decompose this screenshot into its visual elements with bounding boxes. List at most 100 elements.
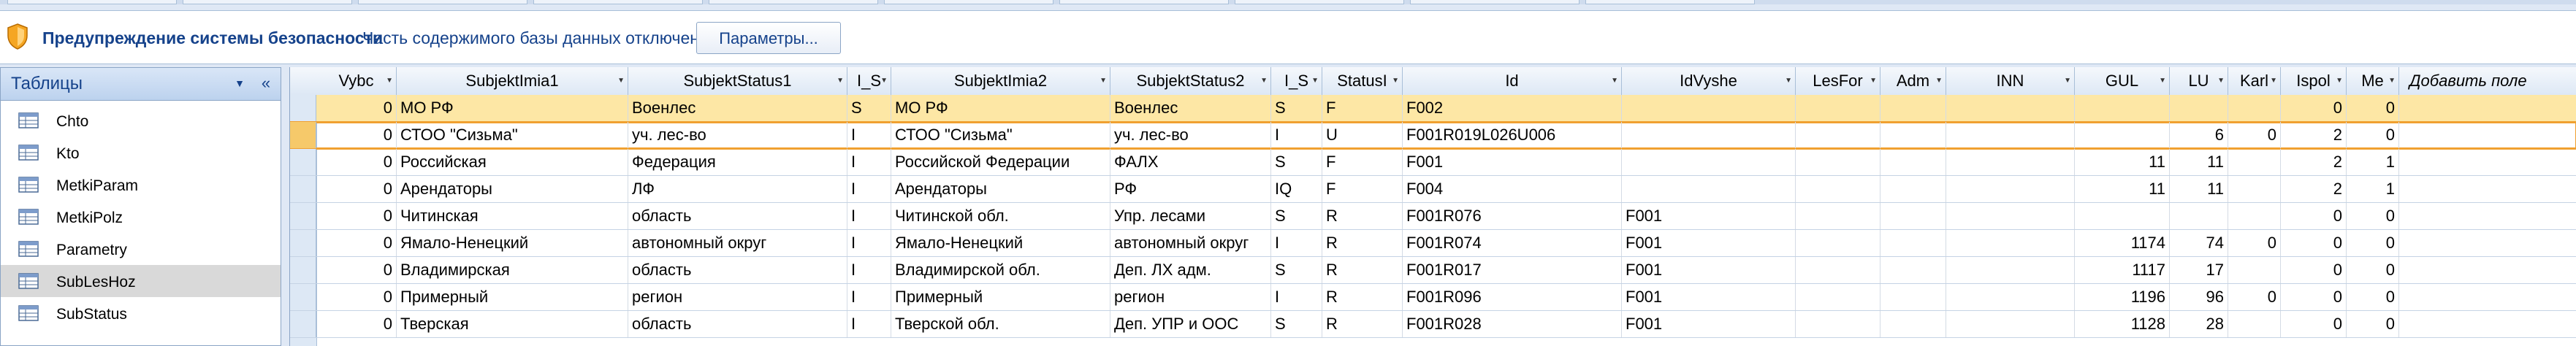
column-header[interactable]: IdVyshe ▼ [1622, 67, 1796, 95]
record-selector[interactable] [290, 311, 316, 337]
table-cell[interactable]: 1174 [2075, 230, 2170, 256]
table-cell[interactable]: I [847, 203, 891, 229]
table-cell[interactable]: регион [1110, 284, 1271, 310]
table-cell[interactable]: 0 [2228, 230, 2281, 256]
table-cell[interactable] [1796, 284, 1880, 310]
sort-filter-arrow-icon[interactable]: ▼ [617, 67, 625, 95]
table-cell[interactable]: Читинская [397, 203, 628, 229]
table-cell[interactable] [1880, 95, 1946, 121]
nav-table-item[interactable]: Kto [1, 137, 281, 169]
table-row[interactable]: 0 Примерный регион I Примерный регион I R F001R0… [290, 284, 2576, 311]
table-row[interactable]: 0 Российская Федерация I Российской Федераци… [290, 149, 2576, 176]
chevron-down-icon[interactable]: ▼ [232, 75, 248, 91]
table-cell[interactable]: 0 [316, 257, 397, 283]
table-cell[interactable]: Арендаторы [891, 176, 1110, 202]
table-cell[interactable] [1796, 311, 1880, 337]
table-cell[interactable]: S [1271, 95, 1322, 121]
table-cell[interactable]: I [847, 284, 891, 310]
table-cell[interactable] [2228, 149, 2281, 175]
column-header[interactable]: Adm ▼ [1880, 67, 1946, 95]
table-cell[interactable] [2075, 203, 2170, 229]
table-cell[interactable]: I [1271, 230, 1322, 256]
table-cell[interactable]: IQ [1271, 176, 1322, 202]
record-selector[interactable] [290, 122, 316, 148]
document-tab[interactable] [358, 0, 527, 4]
table-cell[interactable]: Ямало-Ненецкий [891, 230, 1110, 256]
sort-filter-arrow-icon[interactable]: ▼ [2336, 67, 2343, 95]
table-cell[interactable]: Владимирская [397, 257, 628, 283]
nav-table-item[interactable]: Chto [1, 104, 281, 137]
table-cell[interactable]: ФАЛХ [1110, 149, 1271, 175]
table-cell[interactable]: 11 [2075, 176, 2170, 202]
table-cell[interactable]: 0 [2347, 257, 2399, 283]
table-row[interactable]: 0 МО РФ Военлес S МО РФ Военлес S F F002 0 0 [290, 95, 2576, 122]
sort-filter-arrow-icon[interactable]: ▼ [386, 67, 393, 95]
table-cell[interactable]: 0 [316, 122, 397, 148]
table-cell[interactable]: Арендаторы [397, 176, 628, 202]
column-header[interactable]: Karl ▼ [2228, 67, 2281, 95]
table-cell[interactable]: 0 [2281, 311, 2347, 337]
table-cell[interactable]: 0 [2347, 284, 2399, 310]
record-selector[interactable] [290, 203, 316, 229]
record-selector[interactable] [290, 257, 316, 283]
table-cell[interactable]: F001R019L026U006 [1403, 122, 1622, 148]
sort-filter-arrow-icon[interactable]: ▼ [837, 67, 844, 95]
table-cell[interactable]: Тверская [397, 311, 628, 337]
table-cell[interactable]: Ямало-Ненецкий [397, 230, 628, 256]
table-cell[interactable]: область [628, 203, 847, 229]
table-cell[interactable]: 11 [2170, 149, 2228, 175]
table-cell[interactable] [1622, 122, 1796, 148]
sort-filter-arrow-icon[interactable]: ▼ [2064, 67, 2071, 95]
table-cell[interactable] [1622, 176, 1796, 202]
table-cell[interactable]: Примерный [891, 284, 1110, 310]
table-cell[interactable]: 0 [316, 176, 397, 202]
table-cell[interactable]: R [1322, 203, 1403, 229]
table-cell[interactable] [1880, 203, 1946, 229]
sort-filter-arrow-icon[interactable]: ▼ [1392, 67, 1399, 95]
table-cell[interactable]: ЛФ [628, 176, 847, 202]
sort-filter-arrow-icon[interactable]: ▼ [1260, 67, 1268, 95]
collapse-pane-icon[interactable]: « [255, 72, 277, 94]
table-cell[interactable] [1946, 122, 2075, 148]
table-cell[interactable] [1946, 284, 2075, 310]
column-header[interactable]: Id ▼ [1403, 67, 1622, 95]
table-cell[interactable]: 1 [2347, 176, 2399, 202]
table-cell[interactable]: Военлес [1110, 95, 1271, 121]
table-cell[interactable] [1796, 203, 1880, 229]
table-cell[interactable]: Российской Федерации [891, 149, 1110, 175]
table-cell[interactable]: 0 [2347, 311, 2399, 337]
table-cell[interactable]: I [847, 176, 891, 202]
document-tab[interactable] [1410, 0, 1579, 4]
table-cell[interactable]: 0 [316, 149, 397, 175]
table-cell[interactable]: F001 [1622, 203, 1796, 229]
nav-table-item[interactable]: MetkiParam [1, 169, 281, 201]
table-cell[interactable]: I [847, 230, 891, 256]
table-cell[interactable]: 0 [316, 284, 397, 310]
table-cell[interactable]: 0 [2281, 203, 2347, 229]
column-header[interactable]: SubjektImia2 ▼ [891, 67, 1110, 95]
record-selector[interactable] [290, 95, 316, 121]
document-tab[interactable] [7, 0, 177, 4]
table-cell[interactable]: 0 [2228, 284, 2281, 310]
table-cell[interactable] [1880, 311, 1946, 337]
table-cell[interactable]: F [1322, 176, 1403, 202]
table-cell[interactable] [2075, 122, 2170, 148]
table-cell[interactable]: S [1271, 203, 1322, 229]
table-cell[interactable] [2228, 311, 2281, 337]
sort-filter-arrow-icon[interactable]: ▼ [1870, 67, 1877, 95]
table-cell[interactable]: F [1322, 95, 1403, 121]
table-cell[interactable]: 1196 [2075, 284, 2170, 310]
table-cell[interactable] [1622, 149, 1796, 175]
table-cell[interactable]: уч. лес-во [1110, 122, 1271, 148]
table-cell[interactable]: 0 [2347, 122, 2399, 148]
column-header[interactable]: SubjektImia1 ▼ [397, 67, 628, 95]
table-cell[interactable]: Владимирской обл. [891, 257, 1110, 283]
table-cell[interactable]: РФ [1110, 176, 1271, 202]
table-cell[interactable] [2228, 95, 2281, 121]
table-cell[interactable]: S [1271, 311, 1322, 337]
table-cell[interactable]: I [847, 257, 891, 283]
table-cell[interactable]: 28 [2170, 311, 2228, 337]
table-cell[interactable]: S [847, 95, 891, 121]
column-header[interactable]: I_S ▼ [1271, 67, 1322, 95]
table-cell[interactable]: R [1322, 311, 1403, 337]
